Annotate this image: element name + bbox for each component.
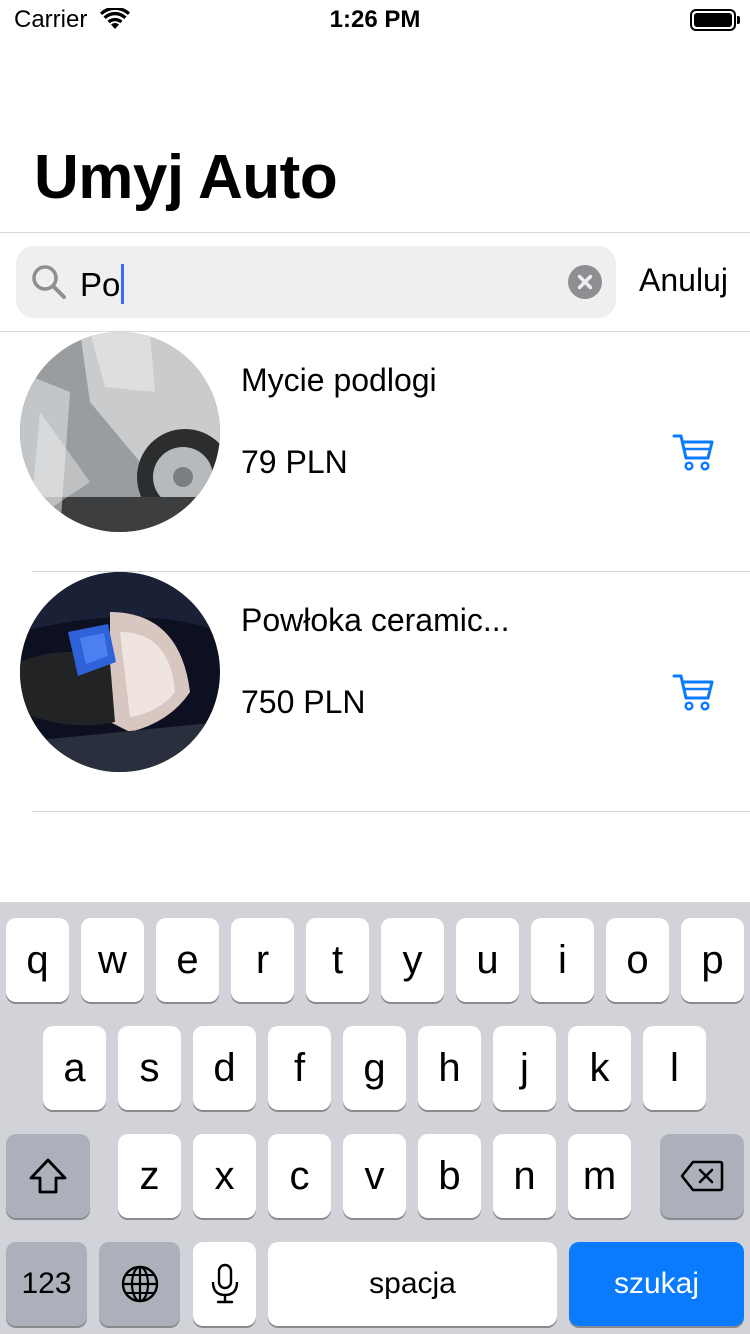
key-x[interactable]: x: [193, 1134, 256, 1218]
key-h[interactable]: h: [418, 1026, 481, 1110]
text-cursor: [121, 264, 125, 304]
dictation-key[interactable]: [193, 1242, 256, 1326]
key-z[interactable]: z: [118, 1134, 181, 1218]
cancel-button[interactable]: Anuluj: [639, 262, 728, 299]
key-j[interactable]: j: [493, 1026, 556, 1110]
add-to-cart-button[interactable]: [672, 432, 716, 472]
shift-key[interactable]: [6, 1134, 90, 1218]
service-price: 79 PLN: [241, 444, 348, 480]
key-f[interactable]: f: [268, 1026, 331, 1110]
key-n[interactable]: n: [493, 1134, 556, 1218]
space-key[interactable]: spacja: [268, 1242, 557, 1326]
search-icon: [32, 265, 66, 299]
battery-icon: [690, 9, 740, 31]
key-m[interactable]: m: [568, 1134, 631, 1218]
key-s[interactable]: s: [118, 1026, 181, 1110]
key-u[interactable]: u: [456, 918, 519, 1002]
status-bar: Carrier 1:26 PM: [0, 0, 750, 40]
service-price: 750 PLN: [241, 684, 366, 720]
clock: 1:26 PM: [329, 6, 421, 33]
shift-icon: [29, 1158, 67, 1194]
microphone-icon: [211, 1263, 238, 1304]
search-query: Po: [80, 264, 125, 304]
service-title: Powłoka ceramic...: [241, 602, 510, 638]
key-b[interactable]: b: [418, 1134, 481, 1218]
key-r[interactable]: r: [231, 918, 294, 1002]
clear-search-button[interactable]: [568, 265, 602, 299]
cart-icon: [672, 674, 714, 711]
list-item[interactable]: Mycie podlogi 79 PLN: [0, 332, 750, 572]
ceramic-coating-thumbnail: [20, 572, 220, 772]
key-y[interactable]: y: [381, 918, 444, 1002]
car-wash-thumbnail: [20, 332, 220, 532]
numbers-key[interactable]: 123: [6, 1242, 87, 1326]
globe-key[interactable]: [99, 1242, 180, 1326]
cart-icon: [672, 434, 714, 471]
key-a[interactable]: a: [43, 1026, 106, 1110]
list-item[interactable]: Powłoka ceramic... 750 PLN: [0, 572, 750, 812]
backspace-icon: [680, 1160, 724, 1192]
key-l[interactable]: l: [643, 1026, 706, 1110]
header-divider: [0, 232, 750, 233]
page-title: Umyj Auto: [34, 143, 338, 212]
backspace-key[interactable]: [660, 1134, 744, 1218]
key-w[interactable]: w: [81, 918, 144, 1002]
key-i[interactable]: i: [531, 918, 594, 1002]
row-divider: [32, 811, 750, 812]
add-to-cart-button[interactable]: [672, 672, 716, 712]
key-q[interactable]: q: [6, 918, 69, 1002]
key-p[interactable]: p: [681, 918, 744, 1002]
key-d[interactable]: d: [193, 1026, 256, 1110]
key-e[interactable]: e: [156, 918, 219, 1002]
key-t[interactable]: t: [306, 918, 369, 1002]
search-submit-key[interactable]: szukaj: [569, 1242, 744, 1326]
service-title: Mycie podlogi: [241, 362, 437, 398]
key-o[interactable]: o: [606, 918, 669, 1002]
key-c[interactable]: c: [268, 1134, 331, 1218]
close-icon: [577, 274, 593, 290]
key-g[interactable]: g: [343, 1026, 406, 1110]
search-input[interactable]: Po: [16, 246, 616, 318]
globe-icon: [121, 1265, 158, 1303]
key-k[interactable]: k: [568, 1026, 631, 1110]
keyboard: q w e r t y u i o p a s d f g h j k l z …: [0, 902, 750, 1334]
key-v[interactable]: v: [343, 1134, 406, 1218]
